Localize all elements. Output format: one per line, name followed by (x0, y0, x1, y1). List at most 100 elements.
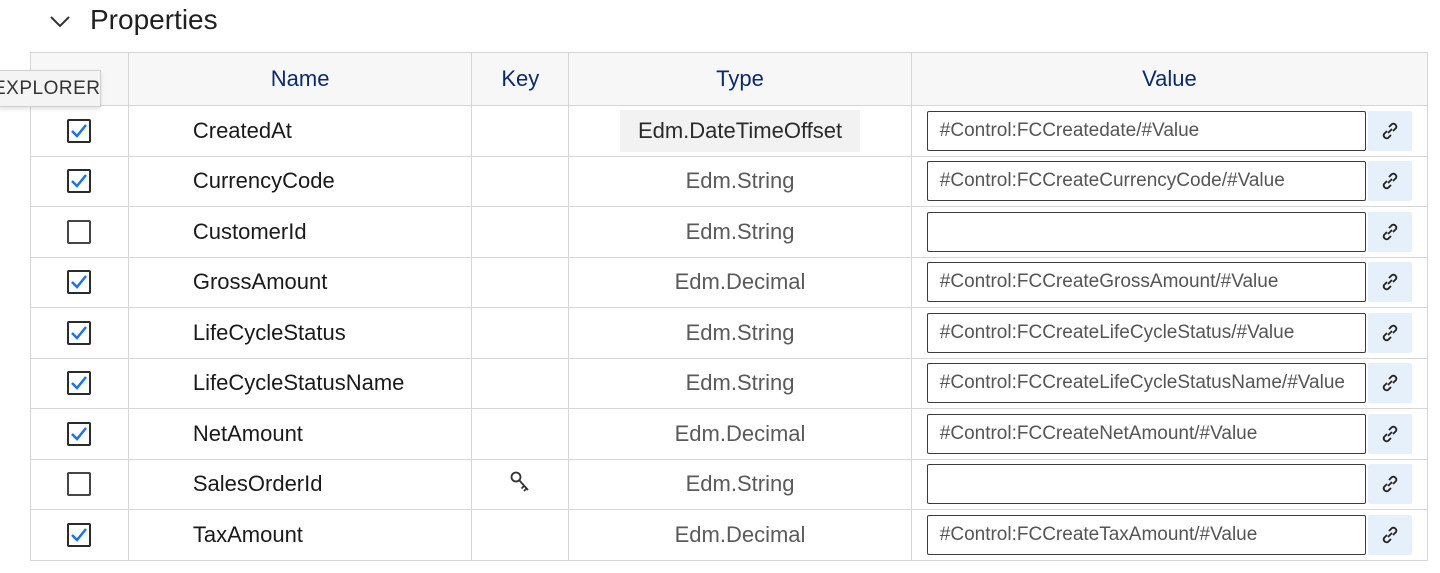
explorer-tab-label: EXPLORER (0, 77, 101, 99)
property-type: Edm.String (685, 370, 795, 396)
link-icon (1379, 423, 1401, 445)
link-button[interactable] (1367, 363, 1412, 404)
row-key-cell (471, 459, 568, 509)
header-value-label: Value (1142, 66, 1197, 91)
row-name-cell: LifeCycleStatus (127, 308, 472, 358)
property-name: CurrencyCode (192, 168, 335, 194)
link-icon (1379, 271, 1401, 293)
row-checkbox[interactable] (67, 320, 92, 345)
link-button[interactable] (1367, 262, 1412, 303)
link-button[interactable] (1367, 514, 1412, 555)
row-checkbox[interactable] (67, 169, 92, 194)
value-input[interactable]: #Control:FCCreatedate/#Value (926, 110, 1366, 151)
link-icon (1379, 322, 1401, 344)
link-button[interactable] (1367, 413, 1412, 454)
link-button[interactable] (1367, 464, 1412, 505)
property-type: Edm.String (685, 218, 795, 244)
row-value-cell: #Control:FCCreateGrossAmount/#Value (910, 257, 1427, 307)
row-checkbox[interactable] (67, 371, 92, 396)
property-name: SalesOrderId (192, 471, 323, 497)
value-input[interactable] (926, 211, 1366, 252)
link-icon (1379, 170, 1401, 192)
row-check-cell (31, 460, 128, 510)
property-type: Edm.DateTimeOffset (619, 109, 861, 152)
link-icon (1379, 524, 1401, 546)
property-name: LifeCycleStatus (192, 319, 346, 345)
row-name-cell: CurrencyCode (127, 156, 472, 206)
row-key-cell (471, 207, 568, 257)
key-icon (509, 470, 531, 499)
value-input[interactable]: #Control:FCCreateNetAmount/#Value (926, 413, 1366, 454)
link-button[interactable] (1367, 211, 1412, 252)
header-key-label: Key (501, 66, 540, 91)
row-checkbox[interactable] (67, 270, 92, 295)
row-checkbox[interactable] (67, 219, 92, 244)
value-input[interactable]: #Control:FCCreateCurrencyCode/#Value (926, 161, 1366, 202)
row-name-cell: NetAmount (127, 409, 472, 459)
property-name: TaxAmount (192, 521, 303, 547)
link-icon (1379, 120, 1401, 142)
row-check-cell (31, 359, 128, 409)
chevron-down-icon[interactable] (48, 10, 72, 34)
row-name-cell: CreatedAt (127, 106, 472, 156)
property-type: Edm.String (685, 168, 795, 194)
row-check-cell (31, 409, 128, 459)
value-input[interactable]: #Control:FCCreateGrossAmount/#Value (926, 262, 1366, 303)
property-name: CustomerId (192, 218, 307, 244)
row-name-cell: LifeCycleStatusName (127, 358, 472, 408)
table-row: NetAmount Edm.Decimal #Control:FCCreateNet… (31, 408, 1427, 459)
header-key: Key (471, 53, 568, 105)
row-name-cell: TaxAmount (127, 510, 472, 560)
table-row: TaxAmount Edm.Decimal #Control:FCCreateTax… (31, 509, 1427, 560)
link-button[interactable] (1367, 110, 1412, 151)
row-value-cell: #Control:FCCreateCurrencyCode/#Value (910, 156, 1427, 206)
link-icon (1379, 372, 1401, 394)
row-checkbox[interactable] (67, 472, 92, 497)
row-checkbox[interactable] (67, 522, 92, 547)
value-input[interactable]: #Control:FCCreateTaxAmount/#Value (926, 514, 1366, 555)
link-button[interactable] (1367, 312, 1412, 353)
row-value-cell: #Control:FCCreateNetAmount/#Value (910, 409, 1427, 459)
row-checkbox[interactable] (67, 118, 92, 143)
header-value: Value (910, 53, 1427, 105)
row-key-cell (471, 510, 568, 560)
table-row: LifeCycleStatusName Edm.String #Control:FC… (31, 357, 1427, 409)
link-button[interactable] (1367, 161, 1412, 202)
properties-section-header[interactable]: Properties (30, 0, 1428, 50)
header-name-label: Name (270, 66, 330, 91)
row-key-cell (471, 156, 568, 206)
row-value-cell (910, 207, 1427, 257)
row-value-cell (910, 459, 1427, 509)
row-type-cell: Edm.String (568, 358, 910, 408)
property-name: GrossAmount (192, 269, 328, 295)
row-type-cell: Edm.Decimal (568, 257, 910, 307)
row-value-cell: #Control:FCCreatedate/#Value (910, 106, 1427, 156)
value-input[interactable] (926, 464, 1366, 505)
row-type-cell: Edm.Decimal (568, 409, 910, 459)
property-name: CreatedAt (192, 117, 292, 143)
row-check-cell (31, 157, 128, 207)
row-type-cell: Edm.Decimal (568, 510, 910, 560)
header-name: Name (127, 53, 472, 105)
row-type-cell: Edm.DateTimeOffset (568, 106, 910, 156)
property-type: Edm.Decimal (674, 420, 806, 446)
row-value-cell: #Control:FCCreateLifeCycleStatus/#Value (910, 308, 1427, 358)
value-input[interactable]: #Control:FCCreateLifeCycleStatus/#Value (926, 312, 1366, 353)
row-type-cell: Edm.String (568, 207, 910, 257)
row-key-cell (471, 358, 568, 408)
row-check-cell (31, 308, 128, 358)
table-row: LifeCycleStatus Edm.String #Control:FCCrea… (31, 307, 1427, 358)
section-title: Properties (90, 4, 218, 35)
row-checkbox[interactable] (67, 421, 92, 446)
row-type-cell: Edm.String (568, 308, 910, 358)
value-input[interactable]: #Control:FCCreateLifeCycleStatusName/#Va… (926, 363, 1366, 404)
row-check-cell (31, 510, 128, 560)
table-row: SalesOrderId Edm.String (31, 458, 1427, 510)
table-row: CustomerId Edm.String (31, 206, 1427, 257)
explorer-tab-tooltip[interactable]: EXPLORER (0, 70, 101, 107)
properties-panel: Properties Name Key Type Value CreatedAt… (0, 0, 1440, 573)
table-header-row: Name Key Type Value (31, 53, 1427, 105)
property-type: Edm.Decimal (674, 269, 806, 295)
row-key-cell (471, 106, 568, 156)
table-body: CreatedAt Edm.DateTimeOffset #Control:FCCr… (31, 105, 1427, 560)
